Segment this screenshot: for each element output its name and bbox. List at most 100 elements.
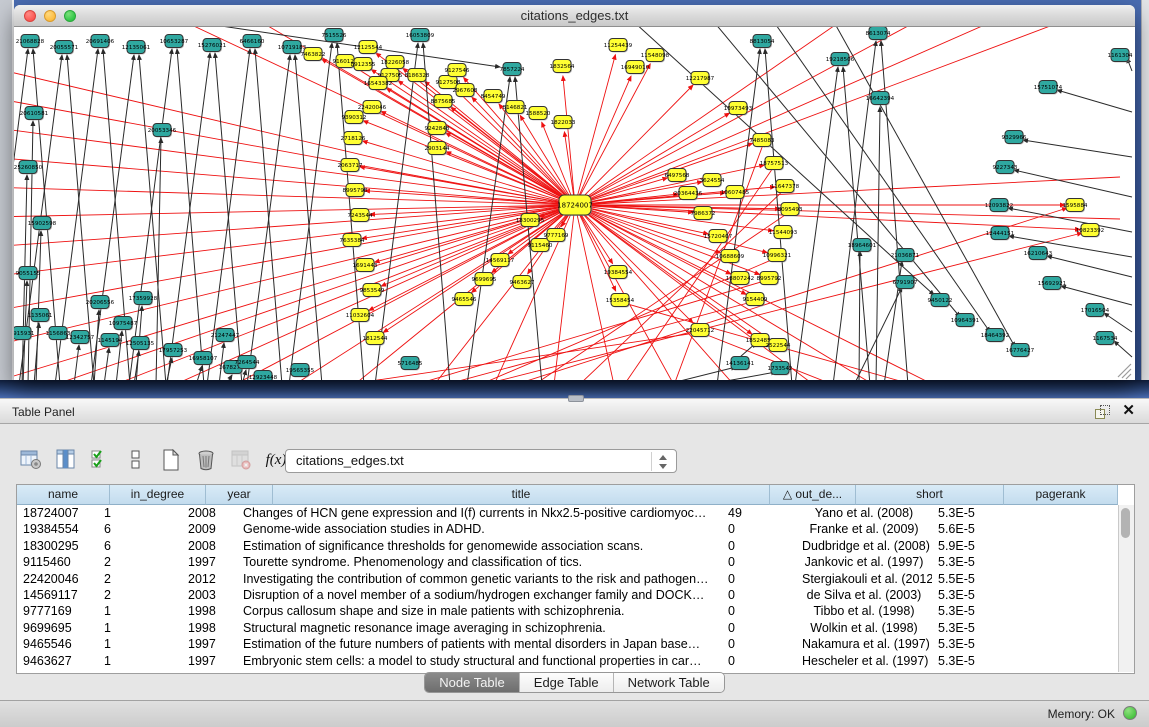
- graph-node[interactable]: 17016504: [1081, 304, 1110, 318]
- table-row[interactable]: 1830029562008Estimation of significance …: [17, 538, 1134, 554]
- graph-node[interactable]: 9154409: [743, 293, 768, 307]
- graph-node[interactable]: 16776427: [1006, 344, 1035, 358]
- column-header-name[interactable]: name: [17, 485, 110, 505]
- window-resize-grip[interactable]: [1126, 374, 1131, 379]
- new-document-icon[interactable]: [158, 446, 184, 474]
- graph-node[interactable]: 6466160: [240, 35, 265, 49]
- graph-node[interactable]: 11032604: [346, 309, 375, 323]
- graph-node[interactable]: 1812544: [363, 332, 388, 346]
- graph-node[interactable]: 9055155: [16, 267, 41, 281]
- graph-node[interactable]: 3915931: [14, 327, 35, 341]
- table-row[interactable]: 977716911998Corpus callosum shape and si…: [17, 603, 1134, 619]
- graph-node[interactable]: 17359928: [129, 292, 158, 306]
- row-height-icon[interactable]: [123, 446, 149, 474]
- graph-node[interactable]: 9853549: [360, 284, 385, 298]
- column-header-title[interactable]: title: [273, 485, 770, 505]
- table-row[interactable]: 946362711997Embryonic stem cells: a mode…: [17, 653, 1134, 669]
- graph-node[interactable]: 9390312: [342, 111, 367, 125]
- graph-node[interactable]: 9450122: [928, 294, 953, 308]
- graph-node[interactable]: 7515526: [322, 29, 347, 43]
- graph-node[interactable]: 6497568: [665, 169, 690, 183]
- graph-node[interactable]: 8186328: [405, 69, 430, 83]
- tab-node-table[interactable]: Node Table: [425, 673, 519, 692]
- graph-node[interactable]: 8875685: [431, 95, 456, 109]
- graph-node[interactable]: 9227343: [993, 161, 1018, 175]
- graph-node[interactable]: 8813054: [750, 35, 775, 49]
- close-panel-icon[interactable]: ✕: [1122, 402, 1135, 420]
- graph-node[interactable]: 18226058: [381, 56, 410, 70]
- graph-node[interactable]: 9777169: [544, 229, 569, 243]
- graph-node[interactable]: 8095493: [778, 203, 803, 217]
- graph-node[interactable]: 15751074: [1034, 81, 1063, 95]
- column-header-pagerank[interactable]: pagerank: [1004, 485, 1118, 505]
- graph-node[interactable]: 9463627: [510, 276, 535, 290]
- graph-node[interactable]: 1595884: [1063, 199, 1088, 213]
- delete-icon[interactable]: [193, 446, 219, 474]
- tab-edge-table[interactable]: Edge Table: [519, 673, 613, 692]
- table-row[interactable]: 1938455462009Genome-wide association stu…: [17, 521, 1134, 537]
- graph-node[interactable]: 15692921: [1038, 277, 1067, 291]
- graph-node[interactable]: 9329966: [1002, 131, 1027, 145]
- table-row[interactable]: 969969511998Structural magnetic resonanc…: [17, 620, 1134, 636]
- column-header-year[interactable]: year: [206, 485, 273, 505]
- tab-network-table[interactable]: Network Table: [613, 673, 724, 692]
- graph-node[interactable]: 9127546: [445, 64, 470, 78]
- graph-node[interactable]: 1832564: [550, 60, 575, 74]
- graph-node[interactable]: 9242848: [425, 122, 450, 136]
- graph-node[interactable]: 2718126: [341, 132, 366, 146]
- graph-node[interactable]: 2063717: [338, 159, 363, 173]
- graph-node[interactable]: 8995792: [757, 272, 782, 286]
- graph-node[interactable]: 11647378: [771, 180, 800, 194]
- graph-node[interactable]: 11544093: [769, 226, 798, 240]
- graph-node[interactable]: 3624554: [700, 174, 725, 188]
- graph-node[interactable]: 8146821: [503, 101, 528, 115]
- graph-node[interactable]: 5716485: [398, 357, 423, 371]
- memory-status-indicator[interactable]: [1123, 706, 1137, 720]
- window-resize-grip[interactable]: [1122, 369, 1131, 378]
- graph-node[interactable]: 21036871: [891, 249, 920, 263]
- vertical-scrollbar[interactable]: [1118, 505, 1134, 672]
- column-chooser-icon[interactable]: [53, 446, 79, 474]
- graph-node[interactable]: 15276021: [198, 39, 227, 53]
- graph-node[interactable]: 11254439: [604, 39, 633, 53]
- graph-node[interactable]: 14569117: [486, 254, 515, 268]
- graph-node[interactable]: 1145194: [98, 334, 123, 348]
- graph-node[interactable]: 18464392: [981, 329, 1009, 343]
- graph-node[interactable]: 1588520: [526, 107, 551, 121]
- graph-node[interactable]: 2903144: [425, 142, 450, 156]
- graph-node[interactable]: 10975487: [109, 317, 138, 331]
- graph-node[interactable]: 8912355: [351, 58, 376, 72]
- graph-node[interactable]: 7635384: [340, 234, 365, 248]
- graph-node[interactable]: 1822033: [551, 116, 576, 130]
- graph-node[interactable]: 20610581: [20, 107, 49, 121]
- graph-node[interactable]: 15720407: [704, 230, 733, 244]
- graph-node[interactable]: 9465546: [452, 293, 477, 307]
- graph-node[interactable]: 18964601: [848, 239, 877, 253]
- graph-node[interactable]: 18724007: [557, 195, 593, 216]
- graph-node[interactable]: 1733542: [768, 362, 793, 376]
- graph-node[interactable]: 8613074: [866, 27, 891, 41]
- graph-node[interactable]: 15902598: [28, 217, 57, 231]
- graph-node[interactable]: 7264544: [235, 356, 260, 370]
- column-header-in_degree[interactable]: in_degree: [110, 485, 206, 505]
- graph-node[interactable]: 10653287: [160, 35, 189, 49]
- graph-node[interactable]: 12125544: [354, 41, 383, 55]
- graph-node[interactable]: 20053346: [148, 124, 177, 138]
- table-row[interactable]: 946554611997Estimation of the future num…: [17, 636, 1134, 652]
- graph-node[interactable]: 8995798: [343, 184, 368, 198]
- graph-node[interactable]: 16210643: [1024, 247, 1053, 261]
- graph-node[interactable]: 10996321: [763, 249, 792, 263]
- graph-node[interactable]: 7986372: [691, 207, 716, 221]
- graph-node[interactable]: 12444151: [986, 227, 1015, 241]
- network-view-canvas[interactable]: 2106882820055571206914061213506110653287…: [14, 27, 1135, 380]
- select-columns-icon[interactable]: [88, 446, 114, 474]
- graph-node[interactable]: 2522544: [766, 339, 791, 353]
- graph-node[interactable]: 7243544: [348, 209, 373, 223]
- splitter-handle[interactable]: [568, 395, 584, 402]
- import-table-icon[interactable]: [228, 446, 254, 474]
- graph-node[interactable]: 16958107: [189, 352, 218, 366]
- network-window-titlebar[interactable]: citations_edges.txt: [14, 5, 1135, 27]
- graph-node[interactable]: 21068828: [16, 35, 45, 49]
- column-header-out_de[interactable]: △ out_de...: [770, 485, 856, 505]
- graph-node[interactable]: 19218506: [826, 53, 855, 67]
